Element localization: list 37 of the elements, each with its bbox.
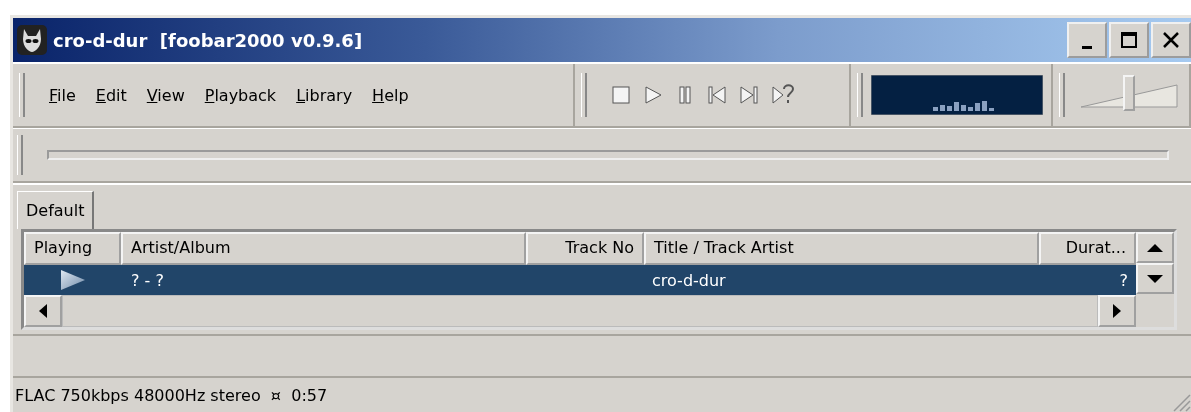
up-arrow-icon: [1147, 242, 1163, 253]
scroll-right-button[interactable]: [1098, 295, 1136, 327]
minimize-icon: [1082, 45, 1092, 49]
window-title: cro-d-dur [foobar2000 v0.9.6]: [53, 29, 363, 51]
scroll-up-button[interactable]: [1136, 232, 1174, 263]
column-header[interactable]: Title / Track Artist: [644, 232, 1039, 265]
maximize-button[interactable]: [1109, 22, 1149, 58]
down-arrow-icon: [1147, 273, 1163, 284]
playlist-row[interactable]: ? - ? cro-d-dur ?: [24, 265, 1136, 295]
next-button[interactable]: [737, 83, 761, 107]
slider-thumb[interactable]: [1123, 75, 1135, 111]
scroll-left-button[interactable]: [24, 295, 62, 327]
right-arrow-icon: [1112, 304, 1122, 318]
column-header[interactable]: Playing: [24, 232, 121, 265]
menu-item[interactable]: Edit: [85, 85, 137, 105]
table-cell: ? - ?: [131, 270, 164, 290]
column-header[interactable]: Artist/Album: [121, 232, 526, 265]
column-header[interactable]: Track No: [526, 232, 644, 265]
left-arrow-icon: [38, 304, 48, 318]
table-cell: ?: [1119, 270, 1128, 290]
maximize-icon: [1120, 31, 1138, 49]
scroll-down-button[interactable]: [1136, 263, 1174, 294]
menu-item[interactable]: Library: [286, 85, 363, 105]
column-header[interactable]: Durat...: [1039, 232, 1136, 265]
table-cell: cro-d-dur: [652, 270, 726, 290]
previous-button[interactable]: [705, 83, 729, 107]
menu-item[interactable]: View: [136, 85, 195, 105]
menu-item[interactable]: Playback: [194, 85, 287, 105]
stop-button[interactable]: [609, 83, 633, 107]
status-text: FLAC 750kbps 48000Hz stereo ¤ 0:57: [15, 385, 328, 405]
menu-item[interactable]: File: [39, 85, 86, 105]
close-icon: [1162, 31, 1180, 49]
minimize-button[interactable]: [1067, 22, 1107, 58]
alien-head-icon: [17, 25, 47, 55]
playlist-tab[interactable]: Default: [17, 191, 95, 229]
close-button[interactable]: [1151, 22, 1191, 58]
menu-item[interactable]: Help: [362, 85, 419, 105]
